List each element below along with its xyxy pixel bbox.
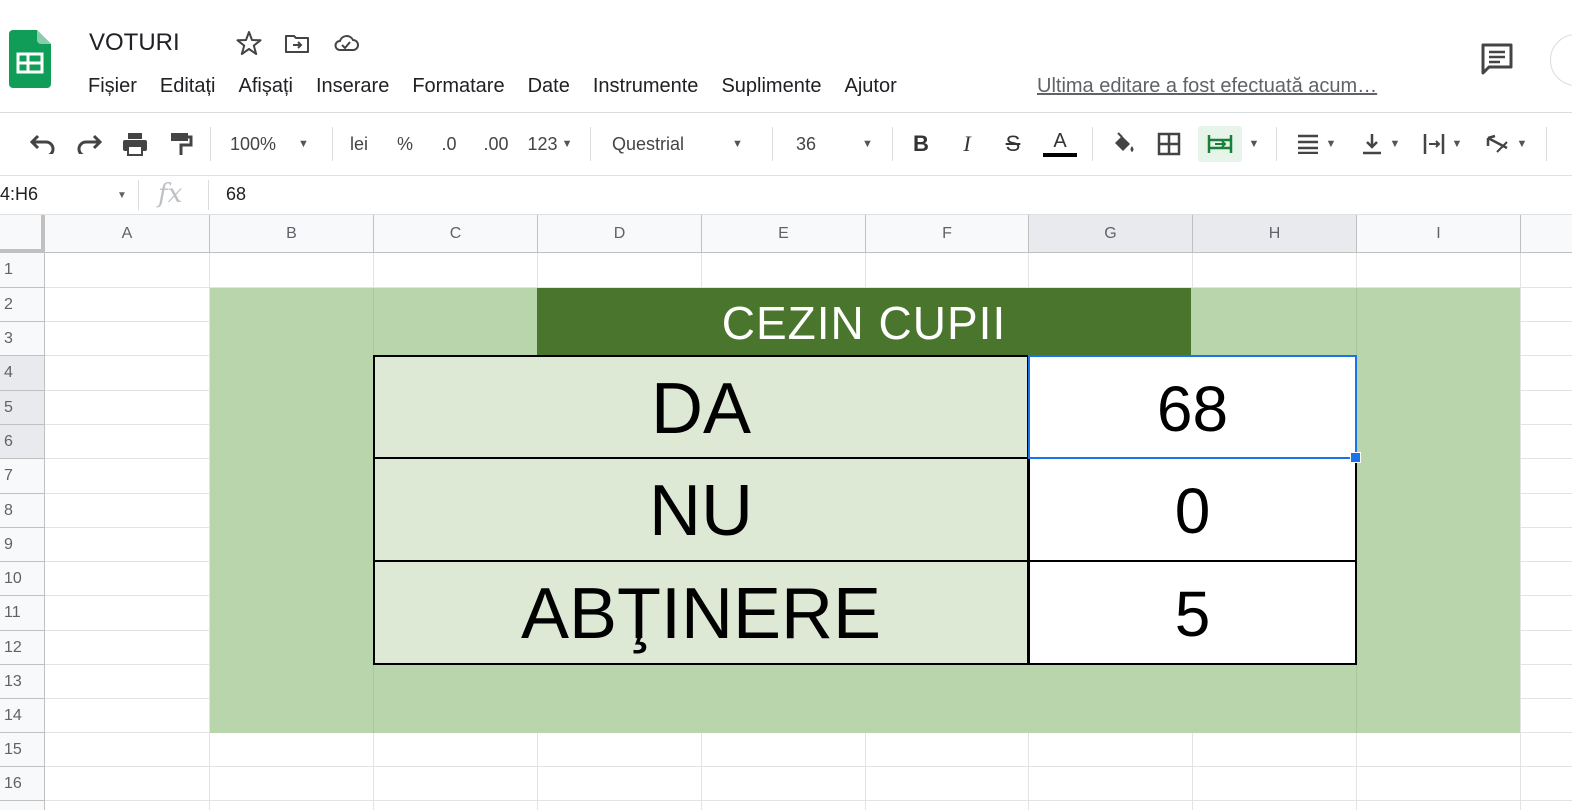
row-header[interactable]: 4 (0, 356, 45, 391)
undo-icon[interactable] (28, 129, 58, 159)
italic-button[interactable]: I (952, 129, 982, 159)
name-box[interactable]: 4:H6 (0, 184, 38, 205)
row-header[interactable]: 13 (0, 665, 45, 699)
menu-insert[interactable]: Inserare (316, 75, 389, 101)
menu-bar: Fișier Editați Afișați Inserare Formatar… (88, 75, 920, 101)
row-header-overflow (0, 801, 45, 810)
account-avatar[interactable] (1550, 34, 1572, 86)
vote-value-cell[interactable]: 5 (1028, 560, 1357, 665)
row-header[interactable]: 8 (0, 494, 45, 528)
row-header[interactable]: 9 (0, 528, 45, 562)
increase-decimals-button[interactable]: .00 (478, 129, 514, 159)
menu-edit[interactable]: Editați (160, 75, 216, 101)
menu-view[interactable]: Afișați (238, 75, 292, 101)
chevron-down-icon[interactable]: ▼ (117, 190, 127, 201)
decrease-decimals-button[interactable]: .0 (434, 129, 464, 159)
font-name: Questrial (612, 133, 685, 154)
row-header[interactable]: 14 (0, 699, 45, 733)
menu-help[interactable]: Ajutor (845, 75, 897, 101)
star-icon[interactable] (236, 30, 262, 56)
spreadsheet-grid[interactable]: CEZIN CUPII DA 68 NU 0 ABŢINERE 5 A B C … (0, 215, 1572, 810)
increase-decimals-label: .00 (483, 133, 509, 154)
last-edit-link[interactable]: Ultima editare a fost efectuată acum… (1037, 75, 1377, 98)
comments-icon[interactable] (1480, 42, 1514, 76)
row-header[interactable]: 16 (0, 767, 45, 801)
column-header[interactable]: D (538, 215, 702, 253)
formula-bar: 4:H6 ▼ fx 68 (0, 176, 1572, 215)
chevron-down-icon: ▼ (732, 138, 743, 150)
more-formats-select[interactable]: 123 ▼ (522, 129, 578, 159)
menu-addons[interactable]: Suplimente (721, 75, 821, 101)
vote-value-cell[interactable]: 0 (1028, 457, 1357, 562)
text-rotation-icon[interactable]: ▼ (1480, 129, 1532, 159)
merge-cells-icon[interactable] (1198, 126, 1242, 162)
chevron-down-icon: ▼ (298, 138, 309, 150)
print-icon[interactable] (120, 129, 150, 159)
chevron-down-icon: ▼ (862, 138, 873, 150)
row-header[interactable]: 12 (0, 631, 45, 665)
column-header[interactable]: H (1193, 215, 1357, 253)
text-color-swatch (1043, 153, 1077, 157)
row-header[interactable]: 11 (0, 596, 45, 631)
percent-format-button[interactable]: % (390, 129, 420, 159)
decrease-decimals-label: .0 (441, 133, 457, 154)
toolbar: 100% ▼ lei % .0 .00 123 ▼ Questrial ▼ 36 ▼ B… (0, 113, 1572, 176)
row-header[interactable]: 3 (0, 322, 45, 356)
font-size-select[interactable]: 36 ▼ (796, 129, 880, 159)
column-header[interactable]: G (1029, 215, 1193, 253)
vote-label-cell[interactable]: ABŢINERE (373, 560, 1029, 665)
fill-color-icon[interactable] (1108, 129, 1138, 159)
row-header[interactable]: 15 (0, 733, 45, 767)
menu-format[interactable]: Formatare (412, 75, 504, 101)
column-header[interactable]: A (45, 215, 210, 253)
column-header[interactable]: I (1357, 215, 1521, 253)
column-header[interactable]: E (702, 215, 866, 253)
app-header: VOTURI Fișier Editați Afișați Inserare F… (0, 0, 1572, 113)
more-formats-label: 123 (527, 133, 558, 154)
vote-label-cell[interactable]: DA (373, 355, 1029, 459)
zoom-value: 100% (230, 133, 277, 154)
banner-cell[interactable]: CEZIN CUPII (537, 288, 1191, 356)
horizontal-align-icon[interactable]: ▼ (1290, 129, 1342, 159)
strikethrough-button[interactable]: S (998, 129, 1028, 159)
move-to-folder-icon[interactable] (284, 30, 310, 56)
vertical-align-icon[interactable]: ▼ (1354, 129, 1406, 159)
paint-format-icon[interactable] (166, 129, 196, 159)
row-header[interactable]: 10 (0, 562, 45, 596)
selection-outline (1028, 355, 1357, 459)
zoom-select[interactable]: 100% ▼ (230, 129, 320, 159)
text-color-glyph: A (1053, 130, 1067, 152)
redo-icon[interactable] (74, 129, 104, 159)
column-header[interactable]: C (374, 215, 538, 253)
column-header[interactable]: F (866, 215, 1029, 253)
font-size-value: 36 (796, 133, 817, 154)
sheets-logo-icon[interactable] (9, 30, 51, 88)
chevron-down-icon: ▼ (561, 138, 573, 150)
cloud-saved-icon[interactable] (333, 30, 359, 56)
menu-tools[interactable]: Instrumente (593, 75, 699, 101)
merge-dropdown-icon[interactable]: ▼ (1246, 129, 1262, 159)
fill-handle[interactable] (1350, 452, 1361, 463)
row-header[interactable]: 1 (0, 253, 45, 288)
column-header-overflow (1521, 215, 1572, 253)
font-select[interactable]: Questrial ▼ (612, 129, 762, 159)
fx-icon: fx (158, 179, 183, 209)
menu-data[interactable]: Date (528, 75, 570, 101)
formula-input[interactable]: 68 (226, 184, 246, 205)
row-header[interactable]: 5 (0, 391, 45, 425)
vote-label-cell[interactable]: NU (373, 457, 1029, 562)
borders-icon[interactable] (1154, 129, 1184, 159)
text-color-button[interactable]: A (1042, 129, 1078, 159)
row-header[interactable]: 7 (0, 459, 45, 494)
row-header[interactable]: 2 (0, 288, 45, 322)
menu-file[interactable]: Fișier (88, 75, 137, 101)
currency-format-button[interactable]: lei (344, 129, 374, 159)
select-all-corner[interactable] (0, 215, 45, 253)
row-header[interactable]: 6 (0, 425, 45, 459)
document-title[interactable]: VOTURI (89, 29, 180, 57)
text-wrapping-icon[interactable]: ▼ (1416, 129, 1468, 159)
column-header[interactable]: B (210, 215, 374, 253)
bold-button[interactable]: B (906, 129, 936, 159)
